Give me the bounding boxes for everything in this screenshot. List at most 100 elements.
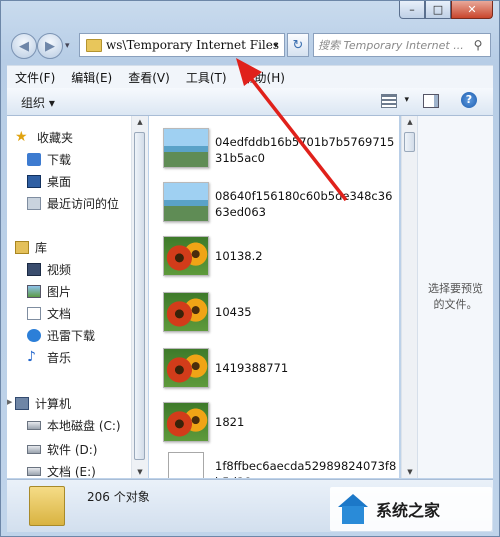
list-item[interactable]: 1f8ffbec6aecda52989824073f8b5d38 xyxy=(163,452,399,478)
preview-message: 选择要预览 的文件。 xyxy=(418,281,493,313)
file-name: 10138.2 xyxy=(215,249,263,263)
menu-help[interactable]: 帮助(H) xyxy=(235,69,293,86)
search-box[interactable]: 搜索 Temporary Internet ... ⚲ xyxy=(313,33,491,57)
video-icon xyxy=(27,262,41,276)
help-icon[interactable]: ? xyxy=(461,92,477,108)
sidebar-label: 下载 xyxy=(47,152,72,167)
sidebar-item-xunlei[interactable]: 迅雷下载 xyxy=(27,326,95,344)
sidebar-item-desktop[interactable]: 桌面 xyxy=(27,172,71,190)
file-name: 1f8ffbec6aecda52989824073f8b5d38 xyxy=(215,459,397,478)
file-name: 1419388771 xyxy=(215,361,289,375)
navigation-bar: ◀ ▶ ▾ ws\Temporary Internet Files ▾ ↻ 搜索… xyxy=(9,31,491,61)
scroll-up-arrow-icon[interactable]: ▲ xyxy=(402,118,418,126)
sidebar-computer[interactable]: ▶ 计算机 xyxy=(7,394,71,412)
thunder-download-icon xyxy=(27,328,41,342)
address-dropdown-icon[interactable]: ▾ xyxy=(273,41,278,51)
sidebar-label: 图片 xyxy=(47,284,72,299)
close-button[interactable]: ✕ xyxy=(451,1,493,19)
document-icon xyxy=(168,452,204,478)
recent-places-icon xyxy=(27,196,41,210)
file-name: 1821 xyxy=(215,415,245,429)
recent-pages-dropdown[interactable]: ▾ xyxy=(65,41,70,51)
forward-arrow-icon: ▶ xyxy=(45,38,55,54)
image-thumbnail xyxy=(163,236,209,276)
search-input[interactable]: 搜索 Temporary Internet ... xyxy=(318,37,470,53)
downloads-icon xyxy=(27,152,41,166)
pictures-icon xyxy=(27,284,41,298)
preview-line: 选择要预览 xyxy=(428,282,483,295)
image-thumbnail xyxy=(163,348,209,388)
search-icon[interactable]: ⚲ xyxy=(470,38,486,52)
sidebar-item-drive-e[interactable]: 文档 (E:) xyxy=(27,462,96,478)
sidebar-item-drive-d[interactable]: 软件 (D:) xyxy=(27,440,97,458)
image-thumbnail xyxy=(163,292,209,332)
preview-line: 的文件。 xyxy=(433,298,478,311)
image-thumbnail xyxy=(163,128,209,168)
computer-icon xyxy=(15,396,29,410)
sidebar-item-downloads[interactable]: 下载 xyxy=(27,150,71,168)
sidebar-label: 视频 xyxy=(47,262,72,277)
drive-icon xyxy=(27,420,41,430)
list-item[interactable]: 04edfddb16b5701b7b576971531b5ac0 xyxy=(163,128,399,174)
sidebar-label: 本地磁盘 (C:) xyxy=(47,418,121,433)
navigation-pane: ★ 收藏夹 下载 桌面 最近访问的位 库 视频 图片 文档 迅雷下载 ♪ 音乐 … xyxy=(7,116,131,478)
library-icon xyxy=(15,240,29,254)
file-name: 10435 xyxy=(215,305,252,319)
sidebar-label: 桌面 xyxy=(47,174,72,189)
scroll-down-arrow-icon[interactable]: ▼ xyxy=(132,468,148,476)
sidebar-label: 软件 (D:) xyxy=(47,442,98,457)
sidebar-item-recent[interactable]: 最近访问的位 xyxy=(27,194,119,212)
refresh-button[interactable]: ↻ xyxy=(287,33,309,57)
expand-arrow-icon[interactable]: ▶ xyxy=(7,398,12,406)
desktop-icon xyxy=(27,174,41,188)
list-item[interactable]: 10435 xyxy=(163,292,399,338)
scroll-down-arrow-icon[interactable]: ▼ xyxy=(402,468,418,476)
sidebar-libraries[interactable]: 库 xyxy=(15,238,47,256)
sidebar-label: 最近访问的位 xyxy=(47,196,120,211)
back-button[interactable]: ◀ xyxy=(11,33,37,59)
refresh-icon: ↻ xyxy=(292,37,304,53)
scroll-up-arrow-icon[interactable]: ▲ xyxy=(132,118,148,126)
site-watermark: 系统之家 xyxy=(330,487,492,531)
explorer-window: – □ ✕ ◀ ▶ ▾ ws\Temporary Internet Files … xyxy=(0,0,500,537)
star-icon: ★ xyxy=(15,128,28,145)
menu-file[interactable]: 文件(F) xyxy=(7,69,63,86)
house-logo-icon xyxy=(336,492,370,526)
watermark-text: 系统之家 xyxy=(376,501,441,520)
sidebar-item-documents[interactable]: 文档 xyxy=(27,304,71,322)
address-bar[interactable]: ws\Temporary Internet Files ▾ xyxy=(79,33,285,57)
minimize-button[interactable]: – xyxy=(399,1,425,19)
menu-view[interactable]: 查看(V) xyxy=(120,69,178,86)
sidebar-item-drive-c[interactable]: 本地磁盘 (C:) xyxy=(27,416,121,434)
menu-tools[interactable]: 工具(T) xyxy=(178,69,235,86)
documents-icon xyxy=(27,306,41,320)
address-path: ws\Temporary Internet Files xyxy=(106,38,280,52)
view-options-dropdown[interactable]: ▾ xyxy=(404,95,409,105)
scrollbar-thumb[interactable] xyxy=(404,132,415,152)
item-count: 206 个对象 xyxy=(87,490,150,504)
sidebar-label: 音乐 xyxy=(47,350,72,365)
maximize-button[interactable]: □ xyxy=(425,1,451,19)
list-item[interactable]: 1419388771 xyxy=(163,348,399,394)
organize-button[interactable]: 组织 ▾ xyxy=(21,94,55,111)
sidebar-favorites[interactable]: ★ 收藏夹 xyxy=(15,128,73,146)
scrollbar-thumb[interactable] xyxy=(134,132,145,460)
sidebar-item-pictures[interactable]: 图片 xyxy=(27,282,71,300)
list-item[interactable]: 1821 xyxy=(163,402,399,448)
menu-edit[interactable]: 编辑(E) xyxy=(63,69,120,86)
image-thumbnail xyxy=(163,402,209,442)
preview-pane-icon[interactable] xyxy=(423,94,439,108)
navigation-pane-scrollbar[interactable]: ▲ ▼ xyxy=(131,116,148,478)
change-view-icon[interactable] xyxy=(381,94,397,108)
list-item[interactable]: 10138.2 xyxy=(163,236,399,282)
sidebar-label: 文档 xyxy=(47,306,72,321)
drive-icon xyxy=(27,466,41,476)
file-list-scrollbar[interactable]: ▲ ▼ xyxy=(401,116,418,478)
command-toolbar: 组织 ▾ ▾ ? xyxy=(7,88,493,116)
sidebar-item-music[interactable]: ♪ 音乐 xyxy=(27,348,71,366)
list-item[interactable]: 08640f156180c60b5de348c3663ed063 xyxy=(163,182,399,228)
forward-button[interactable]: ▶ xyxy=(37,33,63,59)
sidebar-item-videos[interactable]: 视频 xyxy=(27,260,71,278)
drive-icon xyxy=(27,444,41,454)
menu-bar: 文件(F) 编辑(E) 查看(V) 工具(T) 帮助(H) xyxy=(7,65,493,89)
